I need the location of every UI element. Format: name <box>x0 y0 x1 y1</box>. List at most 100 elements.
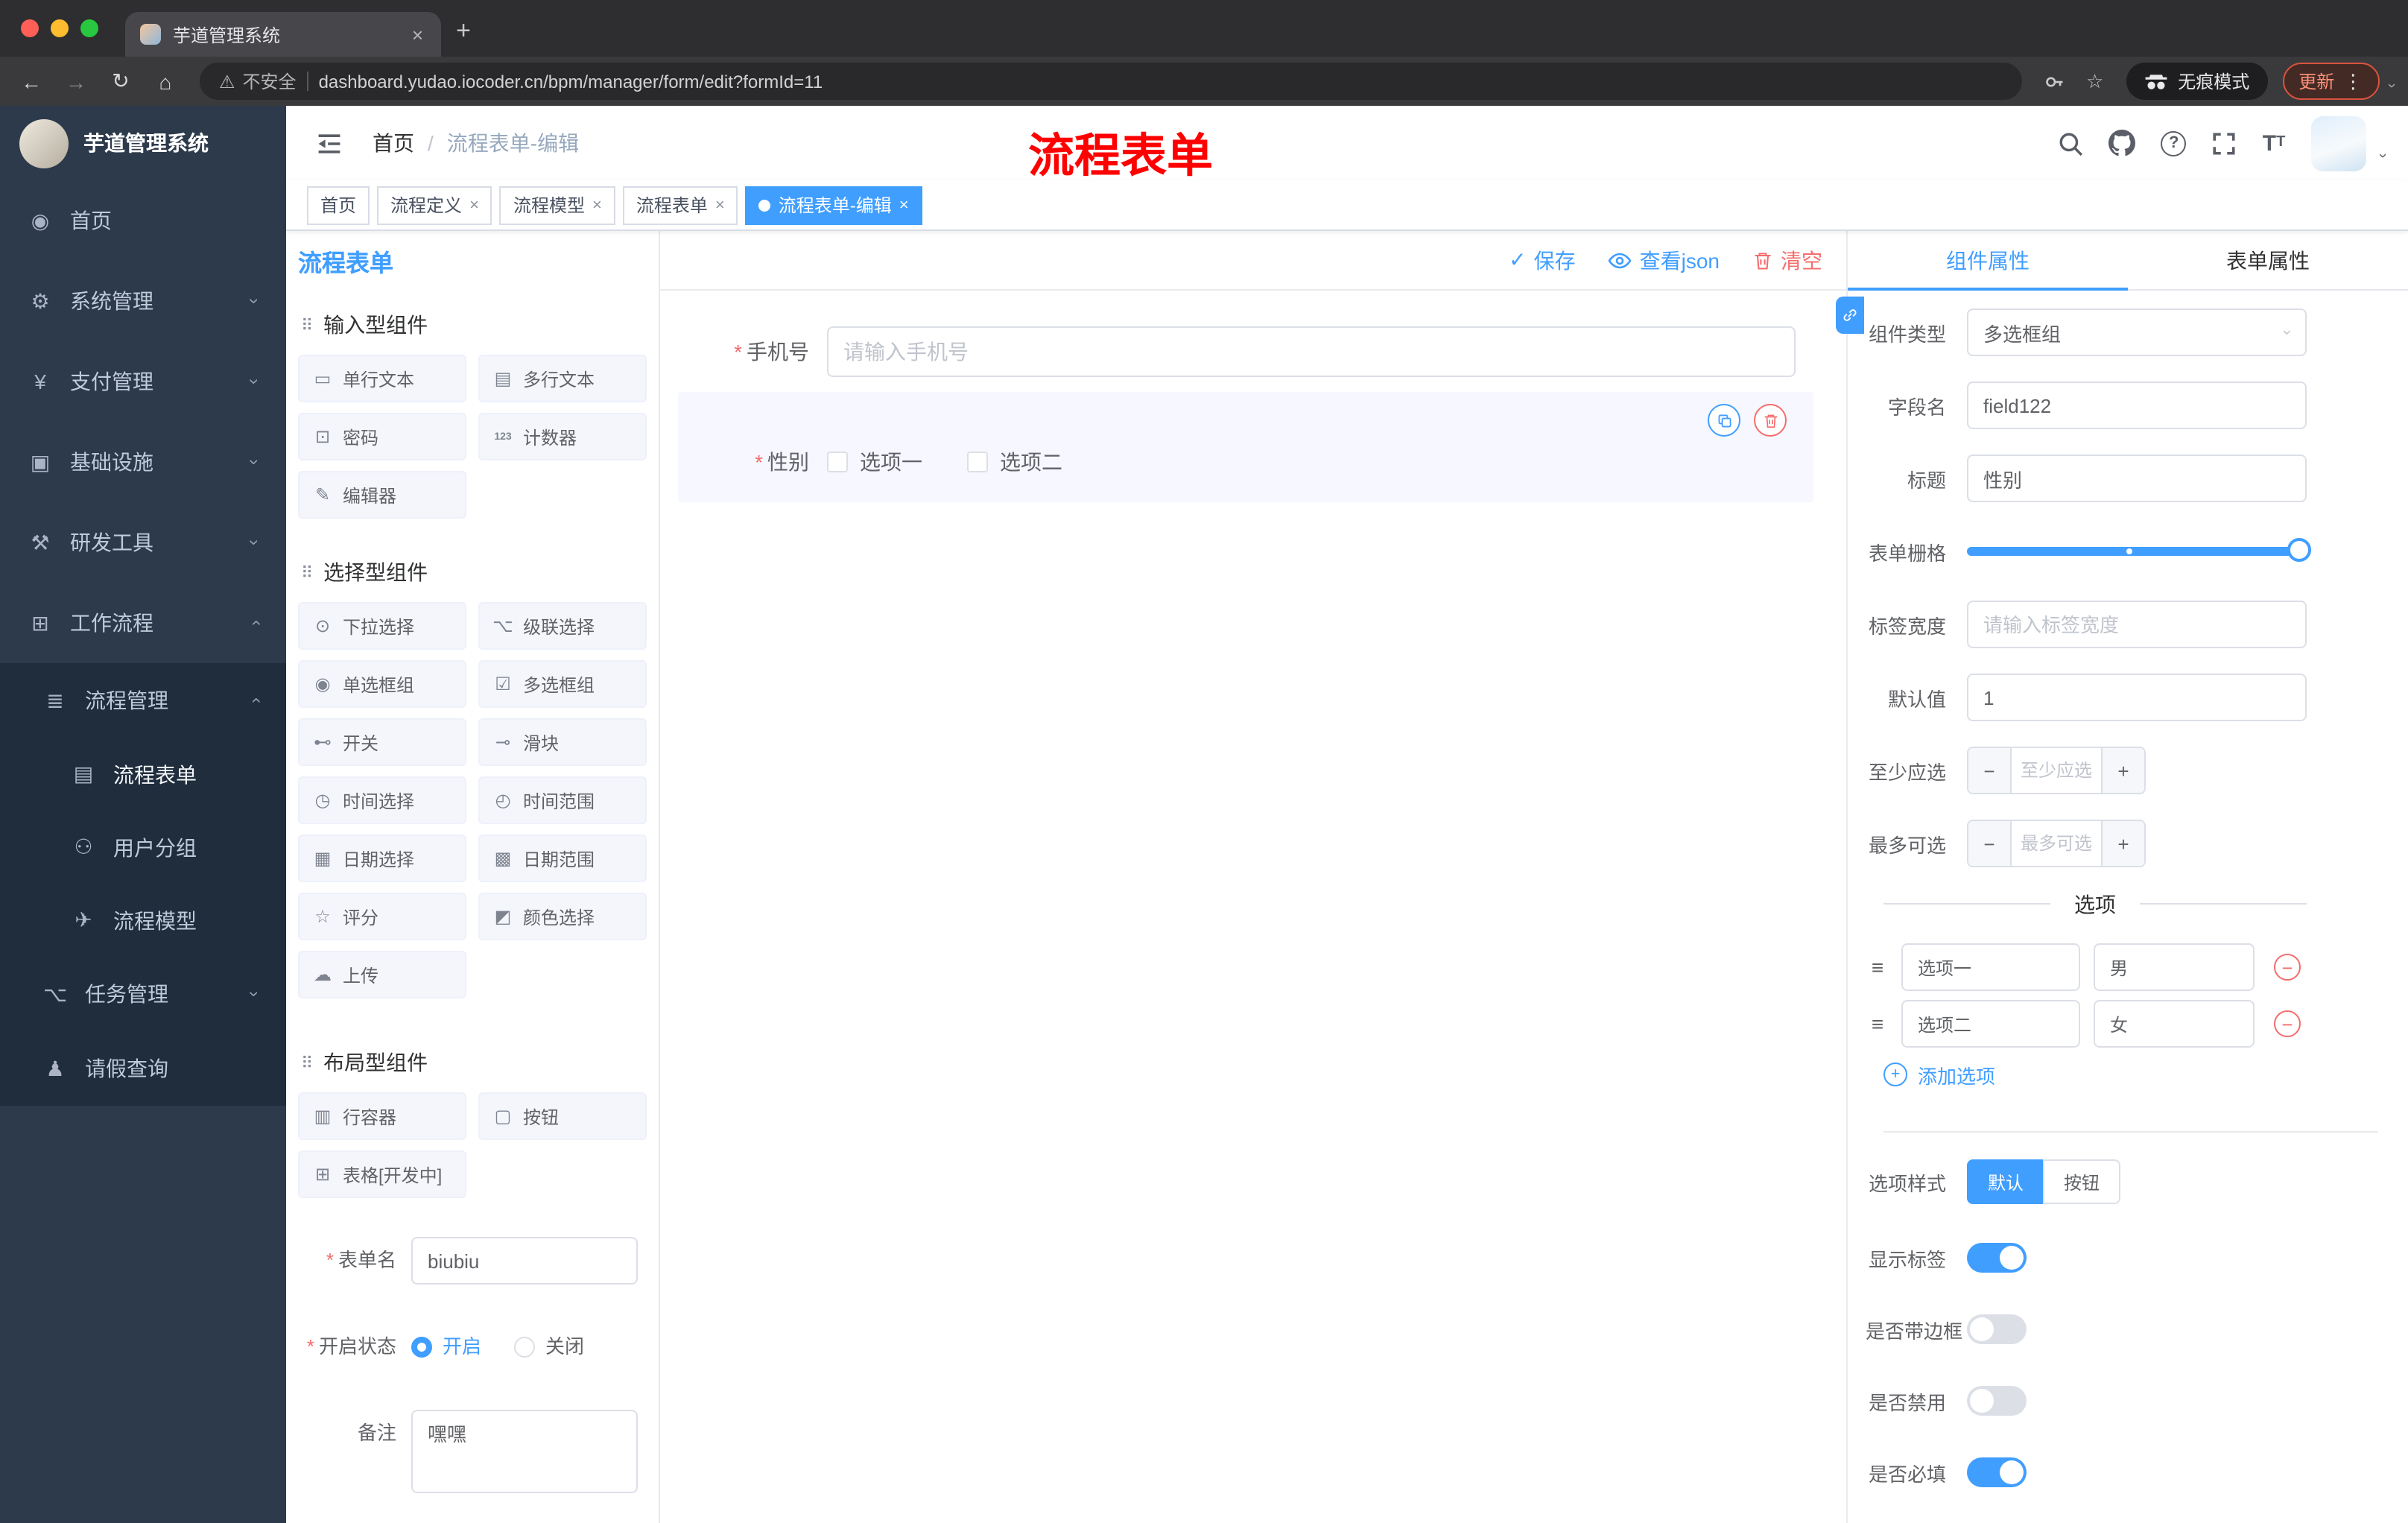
tag-process-model[interactable]: 流程模型 × <box>499 186 615 224</box>
drag-handle-icon[interactable]: ≡ <box>1866 1012 1889 1036</box>
palette-item-switch[interactable]: ⊷ 开关 <box>298 718 466 766</box>
drag-handle-icon[interactable]: ≡ <box>1866 955 1889 979</box>
sidebar-item-process-model[interactable]: ✈ 流程模型 <box>0 884 286 957</box>
sidebar-item-system[interactable]: ⚙ 系统管理 › <box>0 261 286 341</box>
palette-item-select[interactable]: ⊙ 下拉选择 <box>298 602 466 650</box>
palette-item-radio-group[interactable]: ◉ 单选框组 <box>298 660 466 708</box>
min-select-input[interactable] <box>2012 748 2101 793</box>
sidebar-item-infrastructure[interactable]: ▣ 基础设施 › <box>0 422 286 502</box>
help-icon[interactable]: ? <box>2161 130 2187 156</box>
slider-handle[interactable] <box>2287 538 2311 562</box>
palette-item-time-range[interactable]: ◴ 时间范围 <box>478 776 647 824</box>
github-icon[interactable] <box>2108 130 2136 156</box>
show-label-switch[interactable] <box>1967 1243 2027 1273</box>
gender-field-selected[interactable]: 性别 选项一 选项二 <box>678 392 1813 502</box>
tab-close-icon[interactable]: × <box>409 23 426 45</box>
security-indicator[interactable]: ⚠ 不安全 <box>219 69 297 94</box>
option-1-label-input[interactable] <box>1901 943 2080 991</box>
palette-item-password[interactable]: ⊡ 密码 <box>298 413 466 460</box>
remove-option-button[interactable]: − <box>2274 954 2301 981</box>
tab-component-props[interactable]: 组件属性 <box>1848 231 2128 291</box>
maximize-window-button[interactable] <box>80 19 98 37</box>
decrease-button[interactable]: − <box>1968 821 2012 866</box>
option-1-value-input[interactable] <box>2094 943 2255 991</box>
home-icon[interactable]: ⌂ <box>146 62 185 101</box>
default-value-input[interactable] <box>1967 674 2307 721</box>
style-default-button[interactable]: 默认 <box>1967 1159 2044 1204</box>
sidebar-logo[interactable]: 芋道管理系统 <box>0 106 286 180</box>
minimize-window-button[interactable] <box>51 19 69 37</box>
sidebar-item-workflow[interactable]: ⊞ 工作流程 › <box>0 583 286 663</box>
required-switch[interactable] <box>1967 1457 2027 1487</box>
palette-item-button[interactable]: ▢ 按钮 <box>478 1092 647 1140</box>
palette-item-editor[interactable]: ✎ 编辑器 <box>298 471 466 519</box>
form-remark-input[interactable]: 嘿嘿 <box>411 1410 638 1493</box>
option-2-label-input[interactable] <box>1901 1000 2080 1048</box>
tag-process-definition[interactable]: 流程定义 × <box>377 186 492 224</box>
palette-item-counter[interactable]: 123 计数器 <box>478 413 647 460</box>
tag-process-form-edit[interactable]: 流程表单-编辑 × <box>745 186 922 224</box>
status-off-radio[interactable]: 关闭 <box>514 1323 584 1371</box>
search-icon[interactable] <box>2059 130 2084 156</box>
phone-field[interactable]: 手机号 <box>678 326 1796 377</box>
view-json-button[interactable]: 查看json <box>1609 245 1720 275</box>
browser-menu-icon[interactable]: ⋮ <box>2343 69 2363 93</box>
palette-item-table[interactable]: ⊞ 表格[开发中] <box>298 1150 466 1198</box>
sidebar-item-task-management[interactable]: ⌥ 任务管理 › <box>0 957 286 1031</box>
close-icon[interactable]: × <box>899 196 909 214</box>
new-tab-button[interactable]: + <box>441 9 486 54</box>
style-button-button[interactable]: 按钮 <box>2043 1159 2121 1204</box>
palette-item-color[interactable]: ◩ 颜色选择 <box>478 893 647 940</box>
grid-slider[interactable] <box>1967 528 2311 575</box>
phone-input[interactable] <box>827 326 1796 377</box>
palette-item-rate[interactable]: ☆ 评分 <box>298 893 466 940</box>
sidebar-item-process-management[interactable]: ≣ 流程管理 › <box>0 663 286 738</box>
avatar-caret-icon[interactable]: › <box>2374 153 2390 158</box>
save-button[interactable]: ✓ 保存 <box>1509 245 1575 275</box>
bookmark-star-icon[interactable]: ☆ <box>2079 69 2111 93</box>
forward-icon[interactable]: → <box>57 62 95 101</box>
label-width-input[interactable] <box>1967 601 2307 648</box>
component-type-select[interactable]: 多选框组 › <box>1967 308 2307 356</box>
tag-process-form[interactable]: 流程表单 × <box>622 186 738 224</box>
fullscreen-icon[interactable] <box>2212 130 2237 156</box>
title-input[interactable] <box>1967 455 2307 502</box>
user-avatar[interactable] <box>2310 115 2366 171</box>
status-on-radio[interactable]: 开启 <box>411 1323 481 1371</box>
tag-home[interactable]: 首页 <box>307 186 370 224</box>
option-2-value-input[interactable] <box>2094 1000 2255 1048</box>
close-icon[interactable]: × <box>715 196 725 214</box>
close-icon[interactable]: × <box>469 196 479 214</box>
password-key-icon[interactable] <box>2037 71 2073 92</box>
font-size-icon[interactable]: TT <box>2263 132 2286 154</box>
increase-button[interactable]: + <box>2101 748 2144 793</box>
palette-item-time[interactable]: ◷ 时间选择 <box>298 776 466 824</box>
disabled-switch[interactable] <box>1967 1386 2027 1416</box>
reload-icon[interactable]: ↻ <box>101 62 140 101</box>
back-icon[interactable]: ← <box>12 62 51 101</box>
border-switch[interactable] <box>1967 1314 2027 1344</box>
remove-option-button[interactable]: − <box>2274 1010 2301 1037</box>
sidebar-item-devtools[interactable]: ⚒ 研发工具 › <box>0 502 286 583</box>
palette-item-cascader[interactable]: ⌥ 级联选择 <box>478 602 647 650</box>
sidebar-item-leave-query[interactable]: ♟ 请假查询 <box>0 1031 286 1106</box>
field-name-input[interactable] <box>1967 381 2307 429</box>
add-option-button[interactable]: + 添加选项 <box>1883 1057 2408 1092</box>
browser-update-button[interactable]: 更新 ⋮ <box>2282 63 2380 100</box>
sidebar-item-home[interactable]: ◉ 首页 <box>0 180 286 261</box>
close-icon[interactable]: × <box>592 196 602 214</box>
close-window-button[interactable] <box>21 19 39 37</box>
gender-option-1-checkbox[interactable]: 选项一 <box>827 447 922 477</box>
address-bar[interactable]: ⚠ 不安全 dashboard.yudao.iocoder.cn/bpm/man… <box>200 63 2022 100</box>
gender-option-2-checkbox[interactable]: 选项二 <box>967 447 1062 477</box>
copy-field-button[interactable] <box>1708 404 1740 437</box>
link-handle-button[interactable] <box>1836 297 1864 334</box>
tab-form-props[interactable]: 表单属性 <box>2128 231 2408 289</box>
palette-item-date[interactable]: ▦ 日期选择 <box>298 835 466 882</box>
sidebar-item-payment[interactable]: ¥ 支付管理 › <box>0 341 286 422</box>
palette-item-checkbox-group[interactable]: ☑ 多选框组 <box>478 660 647 708</box>
decrease-button[interactable]: − <box>1968 748 2012 793</box>
hamburger-icon[interactable] <box>310 132 349 154</box>
palette-item-date-range[interactable]: ▩ 日期范围 <box>478 835 647 882</box>
form-name-input[interactable] <box>411 1237 638 1285</box>
